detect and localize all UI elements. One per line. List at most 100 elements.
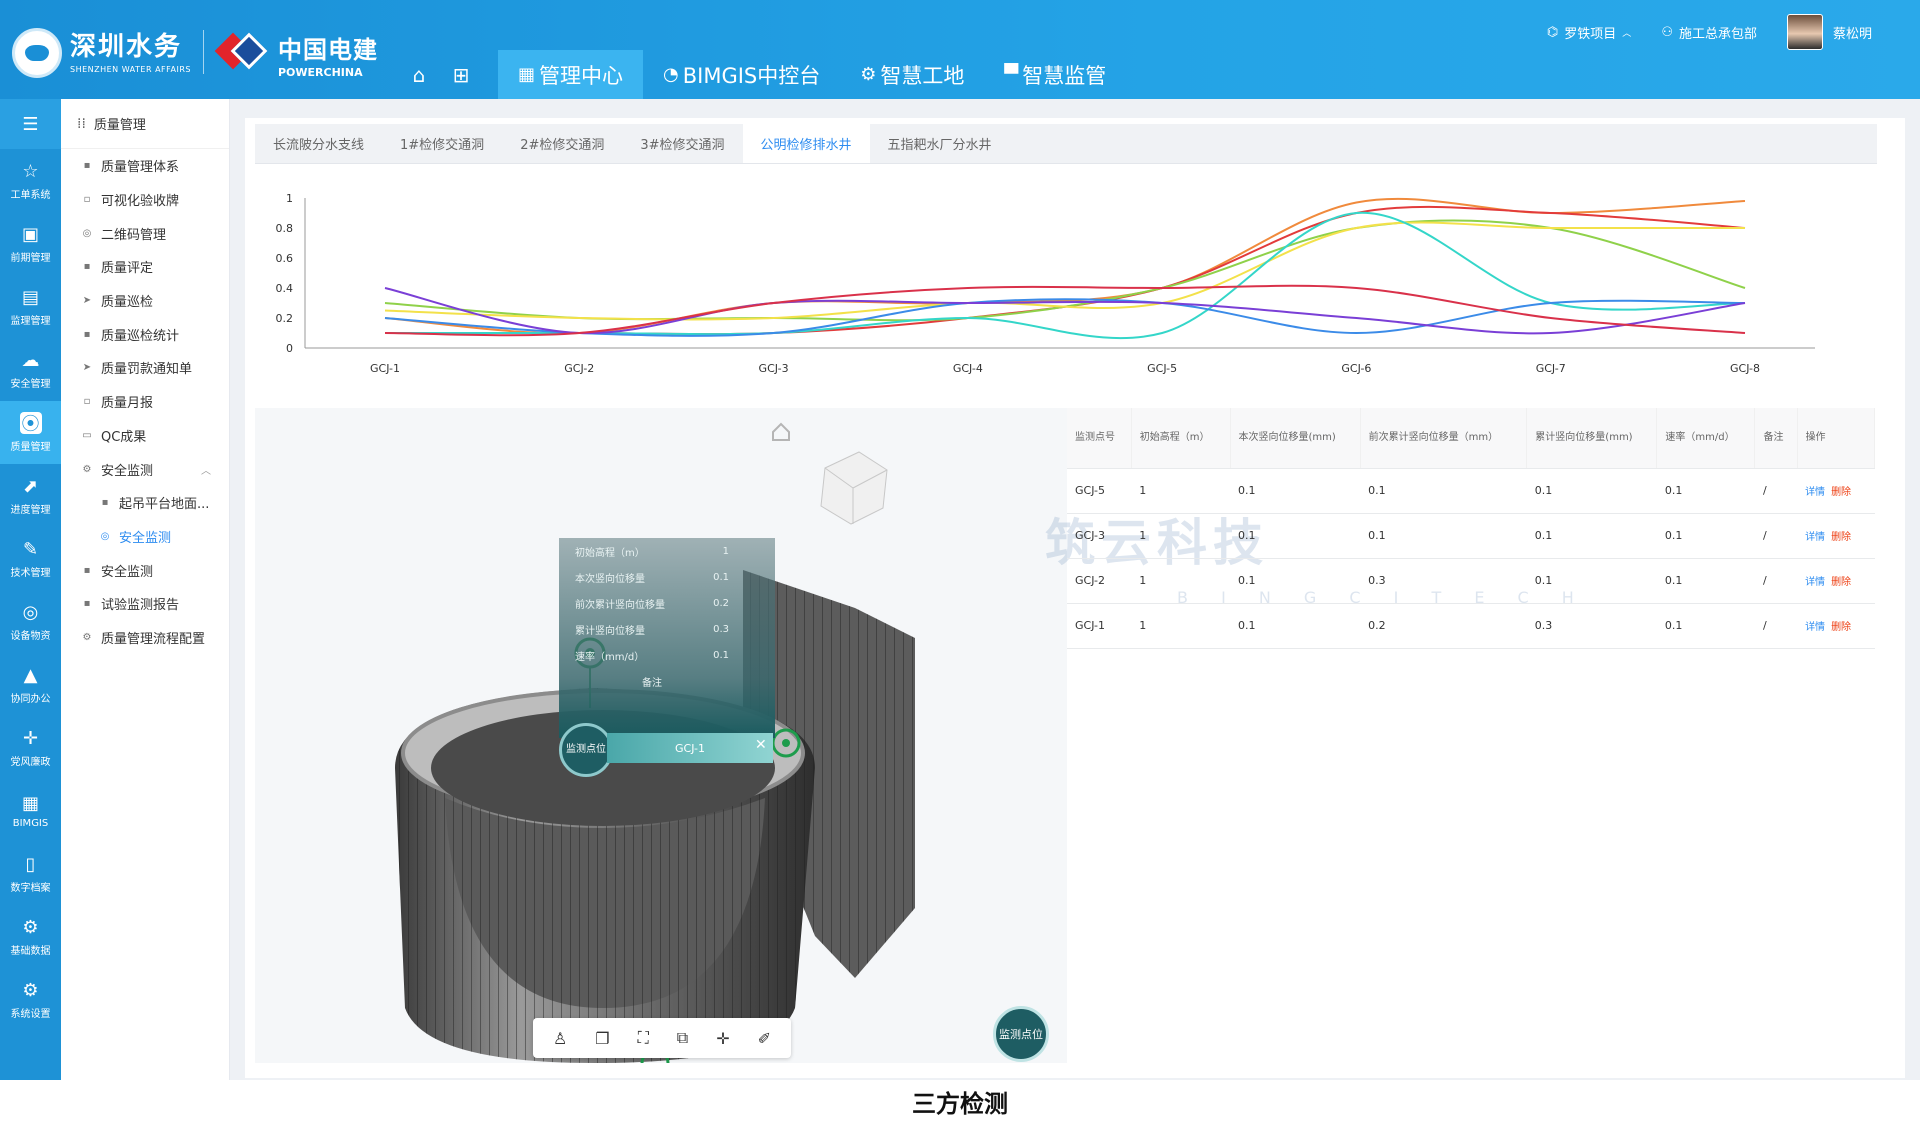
sidebar-item[interactable]: ▫ 可视化验收牌 [61, 183, 229, 217]
rail-item[interactable]: ◎ 设备物资 [0, 590, 61, 653]
site-tab[interactable]: 3#检修交通洞 [622, 123, 742, 163]
menu-item-icon: ▪ [83, 598, 91, 610]
brand1-en: SHENZHEN WATER AFFAIRS [70, 65, 191, 74]
delete-link[interactable]: 删除 [1831, 487, 1851, 498]
delete-link[interactable]: 删除 [1831, 532, 1851, 543]
detail-link[interactable]: 详情 [1805, 577, 1825, 588]
module-icon: ▯ [25, 853, 36, 875]
x-tick-label: GCJ-7 [1536, 362, 1566, 375]
nav-smart-site[interactable]: ⚙ 智慧工地 [840, 50, 984, 99]
menu-item-icon: ◎ [100, 530, 110, 542]
rail-item[interactable]: ▯ 数字档案 [0, 842, 61, 905]
sidebar-title-text: 质量管理 [93, 118, 146, 133]
popup-key: 速率（mm/d） [575, 651, 645, 663]
row-actions: 详情 删除 [1797, 603, 1875, 649]
site-tab[interactable]: 公明检修排水井 [742, 123, 870, 163]
rail-item[interactable]: ⬈ 进度管理 [0, 464, 61, 527]
sidebar-item[interactable]: ▪ 质量巡检统计 [61, 317, 229, 351]
nav-management-center[interactable]: ▦ 管理中心 [498, 50, 644, 99]
delete-link[interactable]: 删除 [1831, 622, 1851, 633]
sidebar-item[interactable]: ➤ 质量巡检 [61, 284, 229, 318]
menu-item-icon: ⚙ [82, 631, 92, 643]
popup-value: 1 [722, 545, 729, 557]
org-icon: ⌬ [1546, 24, 1559, 40]
rail-item[interactable]: ⚙ 基础数据 [0, 905, 61, 968]
nav-smart-supervision[interactable]: ▀ 智慧监管 [984, 50, 1126, 99]
menu-item-icon: ◎ [82, 227, 92, 239]
sidebar-item-label: 试验监测报告 [101, 598, 180, 614]
department-selector[interactable]: ⚇ 施工总承包部 [1661, 23, 1757, 42]
table-header-cell: 本次竖向位移量(mm) [1230, 408, 1361, 469]
sidebar-item[interactable]: ⚙ 质量管理流程配置 [61, 621, 229, 655]
sidebar-item[interactable]: ➤ 质量罚款通知单 [61, 351, 229, 385]
rail-item[interactable]: ✛ 党风廉政 [0, 716, 61, 779]
sidebar-item-label: QC成果 [101, 429, 147, 445]
site-tab[interactable]: 五指耙水厂分水井 [870, 123, 1010, 163]
sidebar-item[interactable]: ⚙ 安全监测 ︿ [61, 452, 229, 486]
project-selector[interactable]: ⌬ 罗铁项目 ︿ [1547, 23, 1631, 42]
rail-item[interactable]: ☁ 安全管理 [0, 338, 61, 401]
section-box-icon[interactable]: ⧉ [677, 1028, 688, 1048]
sidebar-item[interactable]: ▭ QC成果 [61, 419, 229, 453]
rail-item[interactable]: ⚙ 系统设置 [0, 968, 61, 1031]
monitor-point-popup: 初始高程（m） 1 本次竖向位移量 0.1 前次累计竖向位移量 0.2 累计竖向位移量… [559, 538, 775, 738]
sidebar-item-label: 质量管理体系 [101, 160, 180, 176]
bim-3d-viewer[interactable]: 初始高程（m） 1 本次竖向位移量 0.1 前次累计竖向位移量 0.2 累计竖向位移量… [255, 408, 1067, 1063]
sidebar-item[interactable]: ▪ 质量管理体系 [61, 149, 229, 183]
rail-item[interactable]: ▦ BIMGIS [0, 779, 61, 842]
close-icon[interactable]: ✕ [755, 737, 767, 753]
sidebar-item[interactable]: ◎ 安全监测 [61, 520, 229, 554]
rail-item[interactable]: ✎ 技术管理 [0, 527, 61, 590]
rail-item[interactable]: ⦿ 质量管理 [0, 401, 61, 464]
rail-item-label: 质量管理 [10, 442, 51, 453]
module-icon: ▦ [21, 792, 39, 814]
home-view-icon[interactable] [772, 422, 790, 441]
fit-view-icon[interactable]: ⛶ [638, 1028, 649, 1048]
menu-item-icon: ▪ [83, 261, 91, 273]
detail-link[interactable]: 详情 [1805, 487, 1825, 498]
table-cell: GCJ-3 [1067, 513, 1132, 559]
sidebar-title: ⁞⁞ 质量管理 [61, 99, 229, 149]
user-menu[interactable]: 蔡松明 [1786, 14, 1872, 50]
sidebar-item[interactable]: ▪ 质量评定 [61, 250, 229, 284]
layers-icon[interactable]: ❐ [595, 1029, 609, 1048]
sidebar-item[interactable]: ◎ 二维码管理 [61, 216, 229, 250]
view-cube-icon[interactable] [820, 451, 888, 525]
module-icon: ⦿ [19, 412, 42, 435]
sidebar-item[interactable]: ▪ 安全监测 [61, 553, 229, 587]
rail-item[interactable]: ☆ 工单系统 [0, 149, 61, 212]
nav-bimgis-console[interactable]: ◔ BIMGIS中控台 [643, 50, 840, 99]
site-tabs: 长流陂分水支线 1#检修交通洞 2#检修交通洞 3#检修交通洞 公明检修排水井 五指耙水厂… [255, 123, 1877, 164]
monitor-point-bubble[interactable]: 监测点位 [993, 1006, 1049, 1062]
detail-link[interactable]: 详情 [1805, 622, 1825, 633]
y-tick-label: 0 [286, 342, 293, 355]
monitor-point-tag[interactable]: 监测点位 GCJ-1 ✕ [559, 723, 779, 777]
site-tab[interactable]: 1#检修交通洞 [382, 123, 502, 163]
detail-link[interactable]: 详情 [1805, 532, 1825, 543]
x-tick-label: GCJ-1 [370, 362, 400, 375]
rail-item[interactable]: ▣ 前期管理 [0, 212, 61, 275]
department-name: 施工总承包部 [1678, 26, 1757, 42]
site-tab[interactable]: 长流陂分水支线 [255, 123, 382, 163]
sidebar-item-label: 质量巡检统计 [101, 328, 180, 344]
popup-row: 前次累计竖向位移量 0.2 [559, 590, 775, 616]
menu-collapse-icon[interactable]: ☰ [0, 99, 61, 149]
rail-item-label: 党风廉政 [10, 757, 51, 768]
table-cell: 0.3 [1360, 558, 1527, 604]
site-tab[interactable]: 2#检修交通洞 [502, 123, 622, 163]
menu-item-icon: ➤ [82, 362, 92, 374]
measure-icon[interactable]: ✐ [758, 1029, 771, 1048]
apps-icon[interactable]: ⊞ [440, 50, 482, 99]
rail-item[interactable]: ▤ 监理管理 [0, 275, 61, 338]
focus-icon[interactable]: ✛ [716, 1029, 729, 1048]
rail-item[interactable]: ▲ 协同办公 [0, 653, 61, 716]
table-cell: / [1754, 513, 1798, 559]
sidebar-item[interactable]: ▪ 起吊平台地面... [61, 486, 229, 520]
person-icon[interactable]: ♙ [553, 1029, 567, 1048]
sidebar-item[interactable]: ▫ 质量月报 [61, 385, 229, 419]
rail-item-label: 协同办公 [10, 694, 51, 705]
delete-link[interactable]: 删除 [1831, 577, 1851, 588]
home-icon[interactable]: ⌂ [398, 50, 440, 99]
series-line-7 [384, 287, 1746, 335]
sidebar-item[interactable]: ▪ 试验监测报告 [61, 587, 229, 621]
